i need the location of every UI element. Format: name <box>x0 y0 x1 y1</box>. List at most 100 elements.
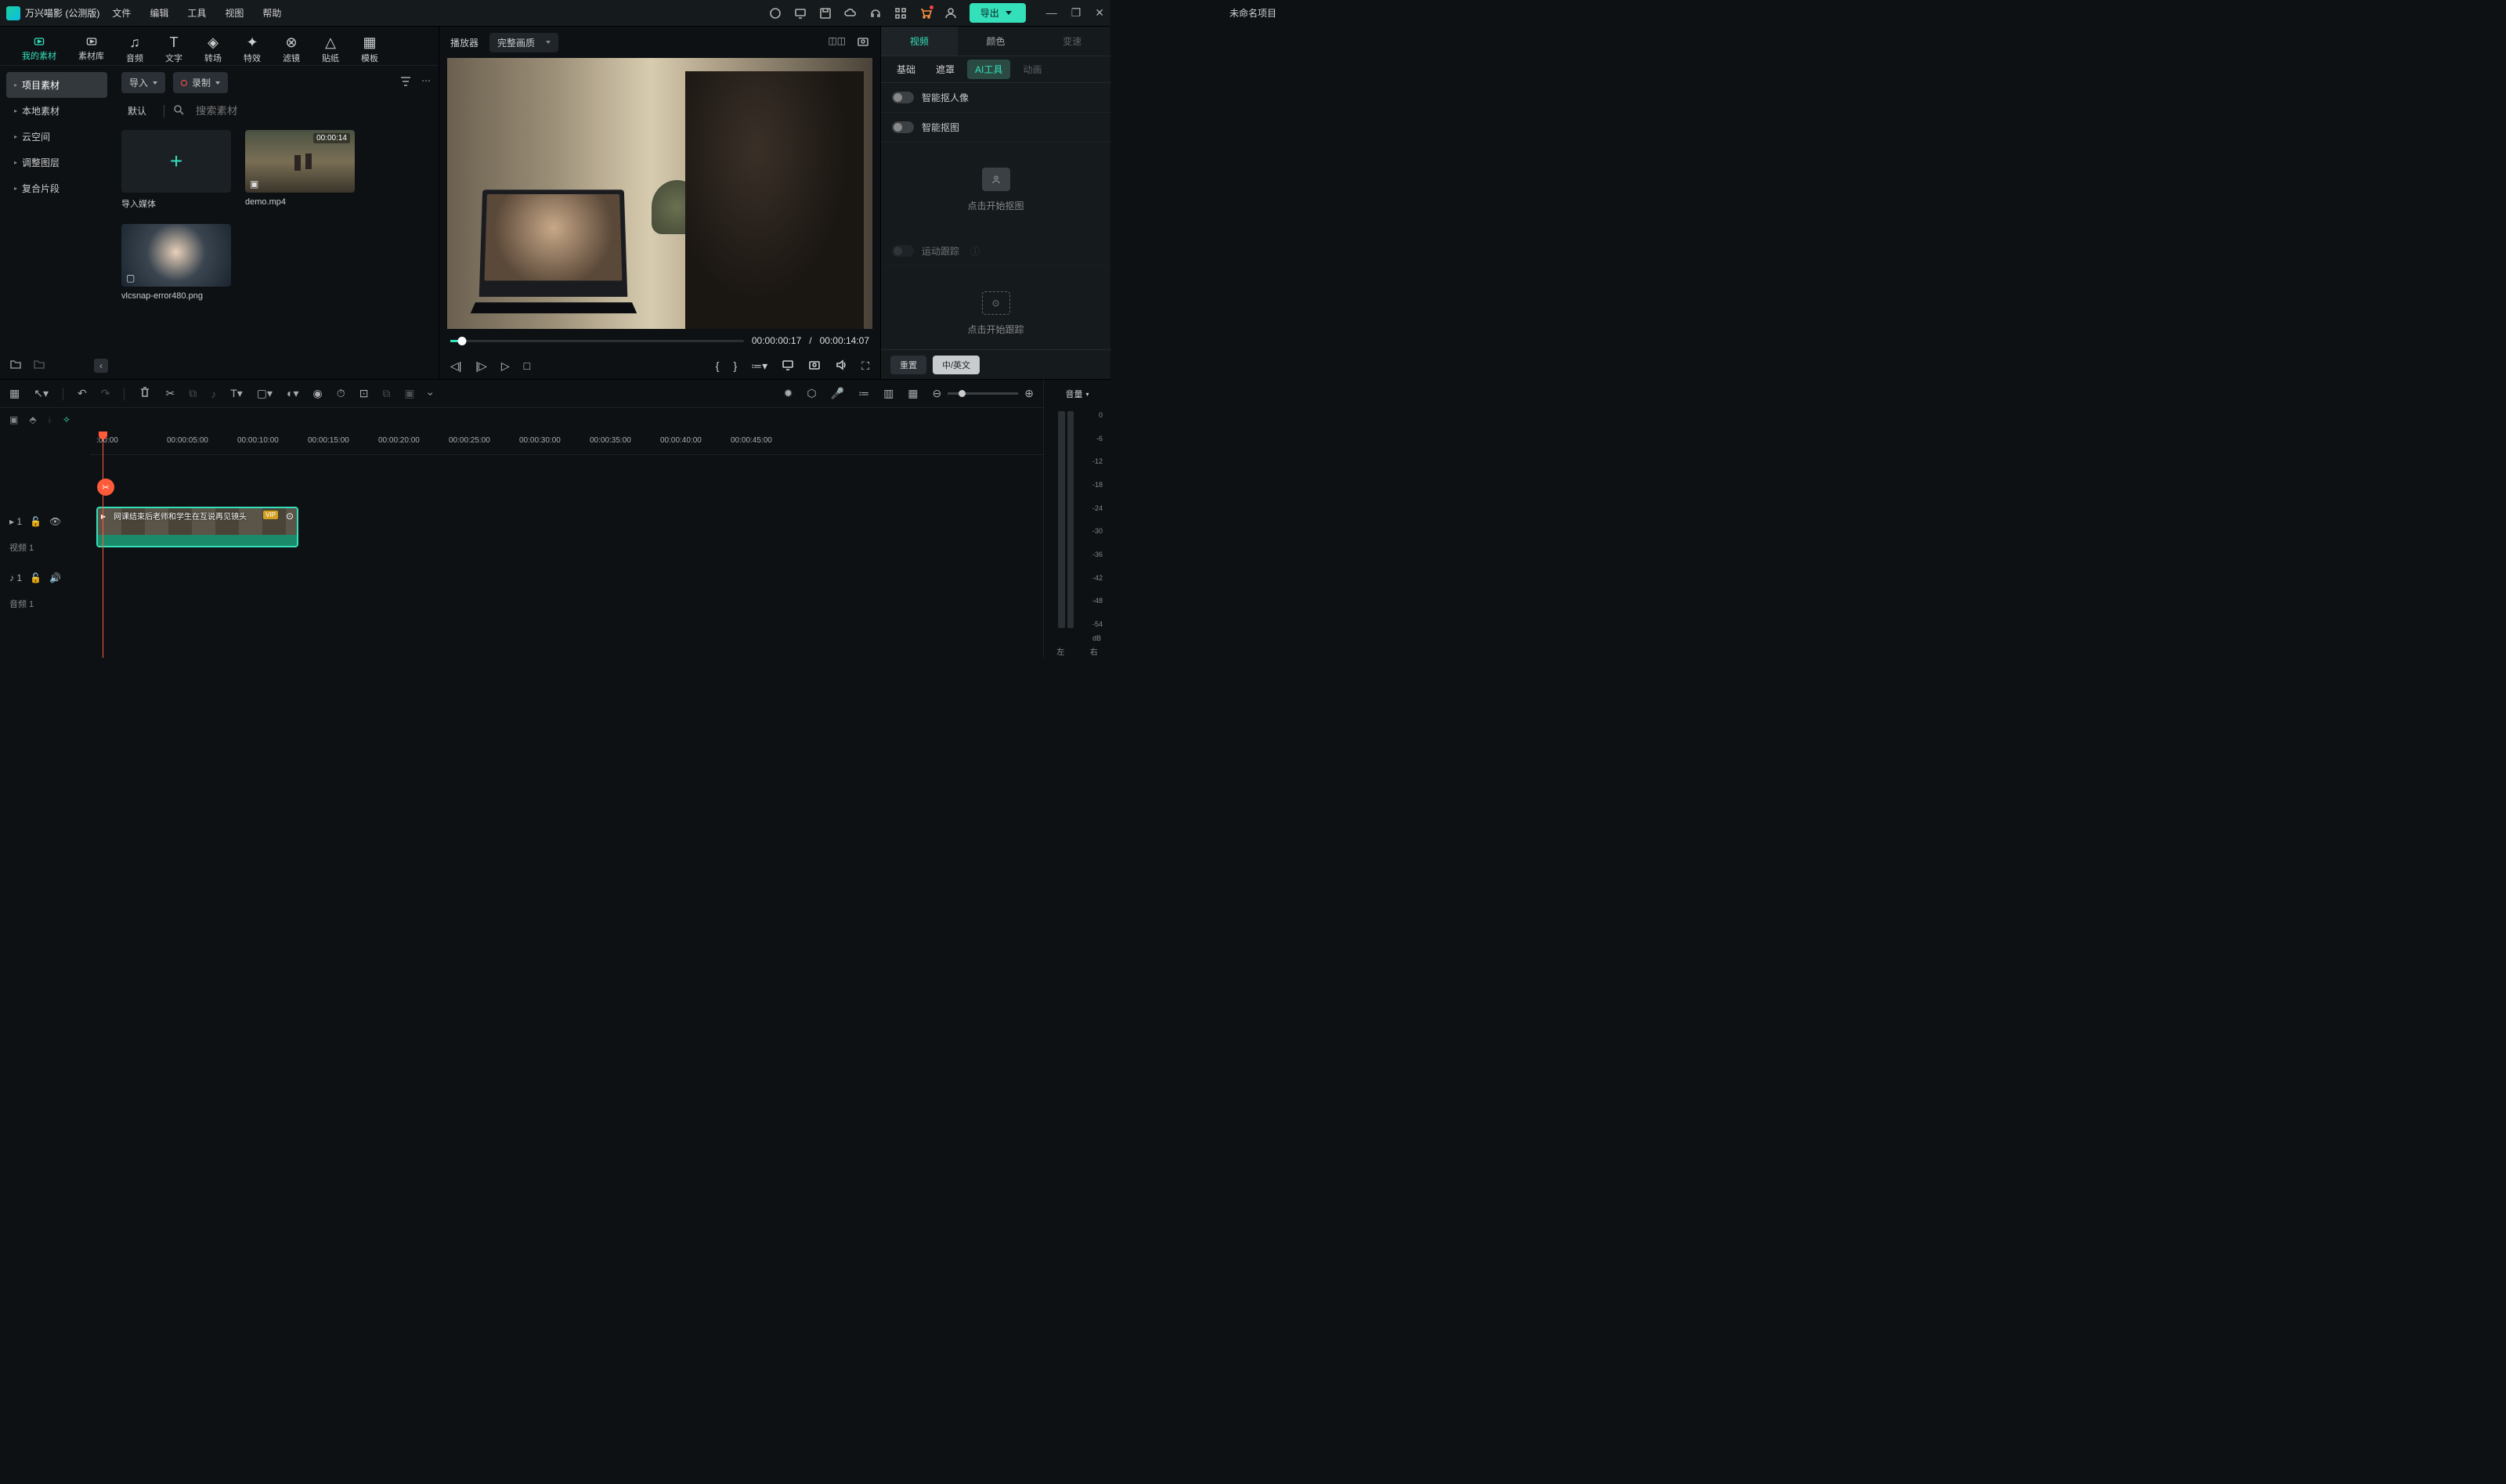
video-track-icon[interactable]: ▸ 1 <box>9 516 22 527</box>
split-icon[interactable]: ✂ <box>165 387 175 400</box>
crop-icon[interactable]: ⧉ <box>189 387 197 400</box>
text-icon[interactable]: T▾ <box>230 387 243 400</box>
more-icon[interactable]: ⋯ <box>421 75 431 90</box>
tab-text[interactable]: T文字 <box>157 31 190 65</box>
frame-icon[interactable]: ▢▾ <box>257 387 273 400</box>
preview-scrubber[interactable] <box>450 340 744 342</box>
tab-templates[interactable]: ▦模板 <box>353 31 386 65</box>
minimize-button[interactable]: — <box>1046 6 1057 20</box>
sidebar-collapse-button[interactable]: ‹ <box>94 359 108 373</box>
eye-icon[interactable]: 👁 <box>49 516 61 527</box>
tab-my-media[interactable]: 我的素材 <box>14 31 64 65</box>
save-icon[interactable] <box>819 7 832 20</box>
timer-icon[interactable]: ⏱ <box>337 387 345 400</box>
zoom-out-icon[interactable]: ⊖ <box>933 387 942 400</box>
lock-icon[interactable]: 🔓 <box>30 516 42 527</box>
rp-sub-basic[interactable]: 基础 <box>889 60 923 79</box>
compare-icon[interactable]: ◫◫ <box>828 35 846 50</box>
undo-icon[interactable]: ↶ <box>78 387 87 400</box>
delete-icon[interactable] <box>139 386 151 401</box>
sidebar-adjust-layer[interactable]: ▸调整图层 <box>6 150 107 175</box>
sort-dropdown[interactable]: 默认 <box>121 101 156 121</box>
media-item-demo[interactable]: 00:00:14▣ demo.mp4 <box>245 130 355 210</box>
rp-sub-mask[interactable]: 遮罩 <box>928 60 962 79</box>
rp-tab-video[interactable]: 视频 <box>881 27 958 56</box>
timeline-clip[interactable]: ▸ 网课结束后老师和学生在互说再见镜头 VIP ⊙ <box>96 507 298 547</box>
toggle-smart-cutout[interactable] <box>892 121 914 133</box>
search-input[interactable] <box>193 102 431 120</box>
apps-icon[interactable] <box>894 7 907 20</box>
shield-icon[interactable]: ⬡ <box>807 387 816 400</box>
color-icon[interactable]: ◉ <box>313 387 323 400</box>
menu-file[interactable]: 文件 <box>112 6 131 20</box>
tab-stock[interactable]: 素材库 <box>70 31 112 65</box>
toggle-smart-portrait[interactable] <box>892 92 914 103</box>
menu-view[interactable]: 视图 <box>225 6 244 20</box>
rp-tab-color[interactable]: 颜色 <box>958 27 1035 56</box>
snapshot-icon[interactable] <box>857 35 869 50</box>
marker-icon[interactable]: ✹ <box>784 387 793 400</box>
tab-effects[interactable]: ✦特效 <box>236 31 269 65</box>
folder-add-icon[interactable] <box>9 358 22 373</box>
menu-edit[interactable]: 编辑 <box>150 6 168 20</box>
tl-magnet-icon[interactable]: ⫰ <box>48 414 52 426</box>
display-icon[interactable] <box>782 359 794 374</box>
reset-button[interactable]: 重置 <box>890 356 926 374</box>
quality-select[interactable]: 完整画质 <box>489 33 558 52</box>
cart-icon[interactable] <box>919 7 932 20</box>
tl-snap-icon[interactable]: ✧ <box>63 414 70 425</box>
sidebar-project-media[interactable]: ▸项目素材 <box>6 72 107 98</box>
maximize-button[interactable]: ❐ <box>1071 6 1081 20</box>
user-icon[interactable] <box>944 7 957 20</box>
tl-select-icon[interactable]: ▦ <box>9 387 20 400</box>
folder-icon[interactable] <box>33 358 45 373</box>
tl-cursor-icon[interactable]: ↖▾ <box>34 387 49 400</box>
audio-track-icon[interactable]: ♪ 1 <box>9 572 22 583</box>
cutout-placeholder[interactable]: 点击开始抠图 <box>881 143 1110 237</box>
mark-in-button[interactable]: { <box>716 359 720 372</box>
lang-button[interactable]: 中/英文 <box>933 356 980 374</box>
mute-icon[interactable]: 🔊 <box>49 572 61 583</box>
next-frame-button[interactable]: |▷ <box>475 359 486 373</box>
zoom-in-icon[interactable]: ⊕ <box>1024 387 1034 400</box>
group-icon[interactable]: ▣ <box>404 387 414 400</box>
tab-audio[interactable]: ♫音频 <box>118 31 151 65</box>
monitor-icon[interactable] <box>794 7 807 20</box>
close-button[interactable]: ✕ <box>1095 6 1104 20</box>
track-placeholder[interactable]: ⊙ 点击开始跟踪 <box>881 266 1110 349</box>
tl-clip-icon[interactable]: ▣ <box>9 414 18 425</box>
cloud-icon[interactable] <box>844 7 857 20</box>
headset-icon[interactable] <box>869 7 882 20</box>
play-button[interactable]: ▷ <box>501 359 510 373</box>
speed-icon[interactable]: ◐▾ <box>287 387 298 400</box>
tab-filters[interactable]: ⊗滤镜 <box>275 31 308 65</box>
tab-transition[interactable]: ◈转场 <box>197 31 229 65</box>
timeline-ruler[interactable]: :00:00 00:00:05:00 00:00:10:00 00:00:15:… <box>90 431 1043 455</box>
mic-icon[interactable]: 🎤 <box>831 387 844 400</box>
zoom-slider[interactable] <box>948 392 1018 395</box>
lock-icon[interactable]: 🔓 <box>30 572 42 583</box>
export-button[interactable]: 导出 <box>970 3 1026 23</box>
tl-more-icon[interactable]: › <box>424 392 437 395</box>
fullscreen-icon[interactable]: ⛶ <box>861 359 869 373</box>
import-media-card[interactable]: + 导入媒体 <box>121 130 231 210</box>
camera-icon[interactable] <box>808 359 821 374</box>
rp-tab-speed[interactable]: 变速 <box>1034 27 1110 56</box>
preview-viewport[interactable] <box>447 58 872 329</box>
rp-sub-ai[interactable]: AI工具 <box>967 60 1010 79</box>
record-status-icon[interactable] <box>769 7 782 20</box>
import-button[interactable]: 导入 <box>121 72 165 93</box>
link-icon[interactable]: ⧉ <box>382 387 390 400</box>
tl-link2-icon[interactable]: ⬘ <box>29 414 36 425</box>
filter-icon[interactable] <box>399 75 412 90</box>
sidebar-cloud[interactable]: ▸云空间 <box>6 124 107 150</box>
cut-marker[interactable]: ✂ <box>97 478 114 496</box>
stop-button[interactable]: □ <box>524 359 530 372</box>
menu-tools[interactable]: 工具 <box>187 6 206 20</box>
grid-icon[interactable]: ▦ <box>908 387 918 400</box>
media-item-vlcsnap[interactable]: ▢ vlcsnap-error480.png <box>121 224 231 301</box>
record-button[interactable]: 录制 <box>173 72 228 93</box>
focus-icon[interactable]: ⊡ <box>359 387 369 400</box>
mark-out-button[interactable]: } <box>733 359 737 372</box>
menu-help[interactable]: 帮助 <box>262 6 281 20</box>
